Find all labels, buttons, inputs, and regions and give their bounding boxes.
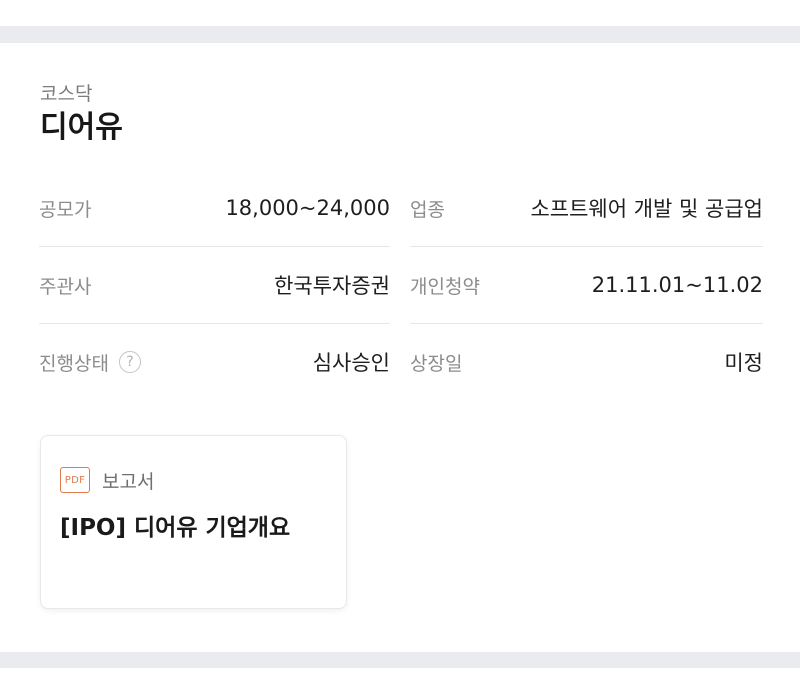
report-card[interactable]: PDF 보고서 [IPO] 디어유 기업개요 bbox=[40, 435, 347, 609]
pdf-icon: PDF bbox=[60, 467, 90, 493]
industry-label: 업종 bbox=[410, 198, 445, 221]
ipo-header: 코스닥 디어유 bbox=[40, 82, 123, 146]
status-row: 진행상태 ? 심사승인 bbox=[39, 324, 390, 400]
report-type-label: 보고서 bbox=[102, 470, 155, 493]
offer-price-value: 18,000~24,000 bbox=[225, 196, 390, 220]
status-label: 진행상태 bbox=[39, 352, 109, 375]
report-type: PDF 보고서 bbox=[60, 467, 326, 493]
report-title: [IPO] 디어유 기업개요 bbox=[60, 515, 291, 541]
status-label-group: 진행상태 ? bbox=[39, 349, 141, 376]
company-name: 디어유 bbox=[40, 110, 123, 145]
underwriter-label: 주관사 bbox=[39, 275, 92, 298]
market-label: 코스닥 bbox=[40, 83, 93, 105]
offer-price-row: 공모가 18,000~24,000 bbox=[39, 170, 390, 247]
ipo-info-grid: 공모가 18,000~24,000 업종 소프트웨어 개발 및 공급업 주관사 … bbox=[39, 170, 763, 400]
bottom-section-divider bbox=[0, 652, 800, 668]
listing-label: 상장일 bbox=[410, 352, 463, 375]
industry-row: 업종 소프트웨어 개발 및 공급업 bbox=[410, 170, 763, 247]
underwriter-row: 주관사 한국투자증권 bbox=[39, 247, 390, 324]
offer-price-label: 공모가 bbox=[39, 198, 92, 221]
subscription-row: 개인청약 21.11.01~11.02 bbox=[410, 247, 763, 324]
subscription-label: 개인청약 bbox=[410, 275, 480, 298]
listing-value: 미정 bbox=[724, 351, 763, 375]
industry-value: 소프트웨어 개발 및 공급업 bbox=[530, 197, 763, 221]
underwriter-value: 한국투자증권 bbox=[274, 274, 390, 298]
listing-row: 상장일 미정 bbox=[410, 324, 763, 400]
subscription-value: 21.11.01~11.02 bbox=[591, 273, 763, 297]
status-value: 심사승인 bbox=[312, 351, 390, 375]
help-icon[interactable]: ? bbox=[118, 351, 141, 373]
top-section-divider bbox=[0, 26, 800, 43]
